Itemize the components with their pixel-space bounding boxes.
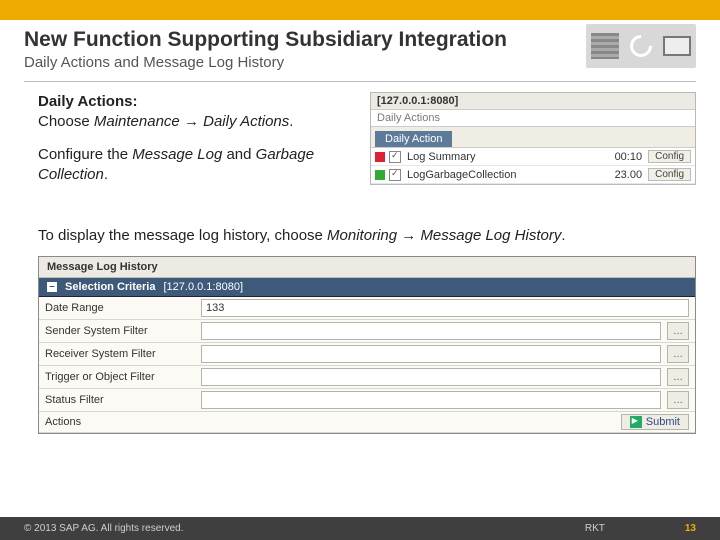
integration-graphic [586,24,696,68]
mid-pre: To display the message log history, choo… [38,227,327,244]
submit-icon [630,416,642,428]
checkbox[interactable] [389,151,401,163]
table-row: Log Summary 00:10 Config [371,148,695,166]
row-name: Log Summary [407,151,600,163]
input-receiver[interactable] [201,345,661,363]
browse-button[interactable]: … [667,368,689,386]
browse-button[interactable]: … [667,322,689,340]
panel-ip: [127.0.0.1:8080] [371,93,695,110]
nav-post: . [289,113,293,130]
mlh-title: Message Log History [39,257,695,278]
configure-paragraph: Configure the Message Log and Garbage Co… [38,145,358,186]
mlh-bar-label: Selection Criteria [65,281,155,293]
submit-button[interactable]: Submit [621,414,689,430]
sync-arrows-icon [625,30,656,61]
building-icon [591,33,619,59]
heading-text: Daily Actions: [38,93,137,110]
row-status-filter: Status Filter … [39,389,695,412]
mid-monitoring: Monitoring [327,227,397,244]
content: Daily Actions: Choose Maintenance → Dail… [0,82,720,434]
footer-rkt: RKT [585,523,605,534]
mlh-selection-bar: – Selection Criteria [127.0.0.1:8080] [39,278,695,297]
row-name: LogGarbageCollection [407,169,600,181]
nav-daily-actions: Daily Actions [203,113,289,130]
mid-paragraph: To display the message log history, choo… [38,227,696,244]
daily-actions-panel: [127.0.0.1:8080] Daily Actions Daily Act… [370,92,696,185]
accent-bar [0,0,720,20]
panel-breadcrumb: Daily Actions [371,110,695,127]
row-time: 23.00 [600,169,648,181]
status-square-red-icon [375,152,385,162]
submit-label: Submit [646,416,680,428]
checkbox[interactable] [389,169,401,181]
row-actions: Actions Submit [39,412,695,433]
config-button[interactable]: Config [648,168,691,181]
label-sender: Sender System Filter [45,325,195,337]
tab-daily-action[interactable]: Daily Action [375,131,452,147]
status-square-green-icon [375,170,385,180]
table-row: LogGarbageCollection 23.00 Config [371,166,695,184]
label-date-range: Date Range [45,302,195,314]
footer: © 2013 SAP AG. All rights reserved. RKT … [0,517,720,540]
collapse-icon[interactable]: – [47,282,57,292]
slide: New Function Supporting Subsidiary Integ… [0,0,720,540]
nav-pre: Choose [38,113,94,130]
label-trigger: Trigger or Object Filter [45,371,195,383]
browse-button[interactable]: … [667,391,689,409]
laptop-icon [663,36,691,56]
input-status[interactable] [201,391,661,409]
arrow-icon: → [397,227,420,244]
arrow-icon: → [180,113,203,130]
page-number: 13 [685,523,696,534]
copyright: © 2013 SAP AG. All rights reserved. [24,523,585,534]
cfg-message-log: Message Log [132,146,222,163]
input-date-range[interactable] [201,299,689,317]
browse-button[interactable]: … [667,345,689,363]
mid-mlh: Message Log History [420,227,561,244]
config-button[interactable]: Config [648,150,691,163]
cfg-post: . [104,166,108,183]
row-receiver-filter: Receiver System Filter … [39,343,695,366]
row-date-range: Date Range [39,297,695,320]
nav-maintenance: Maintenance [94,113,180,130]
input-trigger[interactable] [201,368,661,386]
input-sender[interactable] [201,322,661,340]
left-column: Daily Actions: Choose Maintenance → Dail… [38,92,358,197]
mid-post: . [561,227,565,244]
panel-tabrow: Daily Action [371,127,695,148]
message-log-history-panel: Message Log History – Selection Criteria… [38,256,696,434]
row-sender-filter: Sender System Filter … [39,320,695,343]
row-trigger-filter: Trigger or Object Filter … [39,366,695,389]
daily-actions-heading: Daily Actions: Choose Maintenance → Dail… [38,92,358,133]
row-time: 00:10 [600,151,648,163]
cfg-mid: and [222,146,255,163]
label-actions: Actions [45,416,195,428]
right-column: [127.0.0.1:8080] Daily Actions Daily Act… [370,92,696,197]
label-receiver: Receiver System Filter [45,348,195,360]
cfg-pre: Configure the [38,146,132,163]
mlh-bar-ip: [127.0.0.1:8080] [163,281,243,293]
header: New Function Supporting Subsidiary Integ… [0,20,720,75]
label-status: Status Filter [45,394,195,406]
